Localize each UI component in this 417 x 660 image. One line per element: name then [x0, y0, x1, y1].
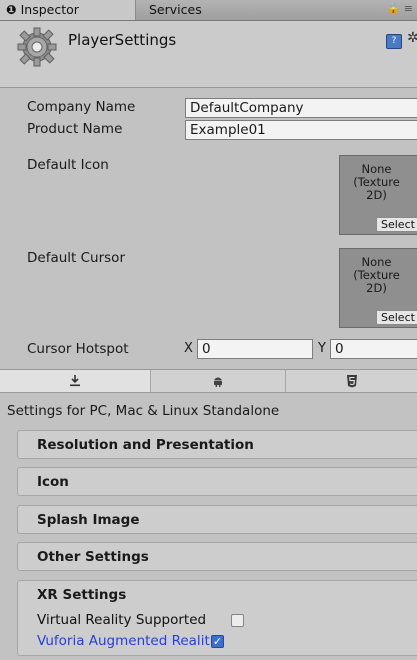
hotspot-x-field[interactable]: 0	[197, 339, 313, 359]
section-splash-image[interactable]: Splash Image	[17, 505, 417, 534]
section-xr-settings: XR Settings Virtual Reality Supported Vu…	[17, 580, 417, 656]
section-other-settings[interactable]: Other Settings	[17, 542, 417, 571]
default-icon-label: Default Icon	[27, 157, 109, 173]
default-cursor-texture-slot[interactable]: None (Texture 2D) Select	[339, 248, 417, 328]
platform-tab-android[interactable]	[151, 370, 286, 392]
xr-settings-title[interactable]: XR Settings	[37, 587, 126, 603]
product-name-label: Product Name	[27, 121, 123, 137]
default-icon-texture-slot[interactable]: None (Texture 2D) Select	[339, 155, 417, 235]
vuforia-augmented-reality-label: Vuforia Augmented Realit	[37, 633, 210, 649]
hotspot-y-field[interactable]: 0	[330, 339, 417, 359]
company-name-label: Company Name	[27, 99, 136, 115]
info-icon: ❶	[6, 2, 17, 17]
section-label: Icon	[37, 474, 69, 490]
section-icon[interactable]: Icon	[17, 467, 417, 496]
default-icon-texture-text: None (Texture 2D)	[353, 162, 400, 202]
inspector-header: PlayerSettings ? ✲	[0, 21, 417, 88]
product-name-field[interactable]: Example01	[185, 120, 417, 140]
default-icon-select-button[interactable]: Select	[376, 217, 417, 232]
section-label: Resolution and Presentation	[37, 437, 254, 453]
section-label: Splash Image	[37, 512, 140, 528]
vuforia-augmented-reality-checkbox[interactable]: ✓	[211, 635, 224, 648]
section-resolution-presentation[interactable]: Resolution and Presentation	[17, 430, 417, 459]
settings-gear-icon	[17, 27, 57, 67]
section-label: Other Settings	[37, 549, 149, 565]
virtual-reality-supported-checkbox[interactable]	[231, 614, 244, 627]
hotspot-y-label: Y	[318, 341, 326, 356]
tab-inspector[interactable]: ❶ Inspector	[0, 0, 136, 20]
platform-tabs	[0, 369, 417, 393]
android-icon	[214, 377, 222, 387]
help-book-icon[interactable]: ?	[386, 34, 402, 49]
platform-tab-standalone[interactable]	[0, 370, 151, 392]
window-tab-bar: ❶ Inspector Services 🔒 ≡	[0, 0, 417, 21]
hotspot-x-label: X	[184, 341, 193, 356]
tab-inspector-label: Inspector	[20, 2, 79, 17]
settings-for-caption: Settings for PC, Mac & Linux Standalone	[7, 403, 280, 419]
tab-services[interactable]: Services	[149, 0, 202, 20]
virtual-reality-supported-label: Virtual Reality Supported	[37, 612, 207, 628]
page-title: PlayerSettings	[68, 31, 177, 49]
platform-tab-webgl[interactable]	[286, 370, 417, 392]
company-name-field[interactable]: DefaultCompany	[185, 98, 417, 118]
cursor-hotspot-label: Cursor Hotspot	[27, 341, 129, 357]
default-cursor-label: Default Cursor	[27, 250, 125, 266]
download-icon	[70, 375, 80, 387]
default-cursor-texture-text: None (Texture 2D)	[353, 255, 400, 295]
lock-menu-icon[interactable]: 🔒 ≡	[387, 2, 413, 15]
default-cursor-select-button[interactable]: Select	[376, 310, 417, 325]
html5-icon	[346, 374, 357, 387]
tab-services-label: Services	[149, 2, 202, 17]
context-gear-icon[interactable]: ✲	[407, 30, 417, 46]
